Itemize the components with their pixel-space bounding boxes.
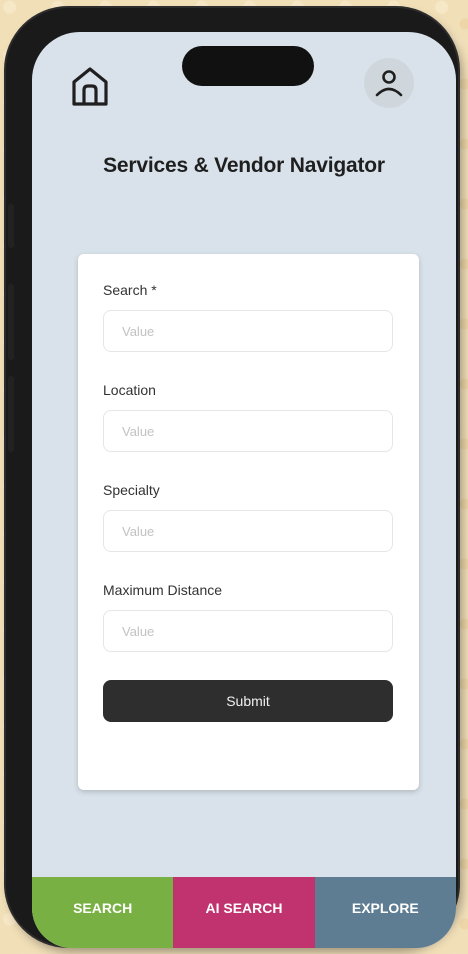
tab-ai-search[interactable]: AI SEARCH [173, 877, 315, 948]
tab-explore[interactable]: EXPLORE [314, 877, 456, 948]
specialty-input[interactable] [103, 510, 393, 552]
home-icon[interactable] [70, 64, 110, 108]
bottom-nav: SEARCH AI SEARCH EXPLORE [32, 877, 456, 948]
side-button-volume-up [8, 284, 14, 360]
search-input[interactable] [103, 310, 393, 352]
page-title: Services & Vendor Navigator [103, 154, 385, 177]
maximum-distance-label: Maximum Distance [103, 582, 223, 598]
app-screen: Services & Vendor Navigator Search * Loc… [32, 32, 456, 948]
location-input[interactable] [103, 410, 393, 452]
tab-search[interactable]: SEARCH [32, 877, 174, 948]
search-form-card: Search * Location Specialty Maximum Dist… [78, 254, 419, 790]
phone-frame: Services & Vendor Navigator Search * Loc… [6, 8, 458, 948]
dynamic-island [182, 46, 314, 86]
search-label: Search * [103, 282, 157, 298]
side-button-action [8, 204, 14, 248]
side-button-volume-down [8, 376, 14, 452]
location-label: Location [103, 382, 156, 398]
profile-button[interactable] [364, 58, 414, 108]
submit-button[interactable]: Submit [103, 680, 393, 722]
maximum-distance-input[interactable] [103, 610, 393, 652]
specialty-label: Specialty [103, 482, 160, 498]
user-icon [375, 70, 403, 97]
